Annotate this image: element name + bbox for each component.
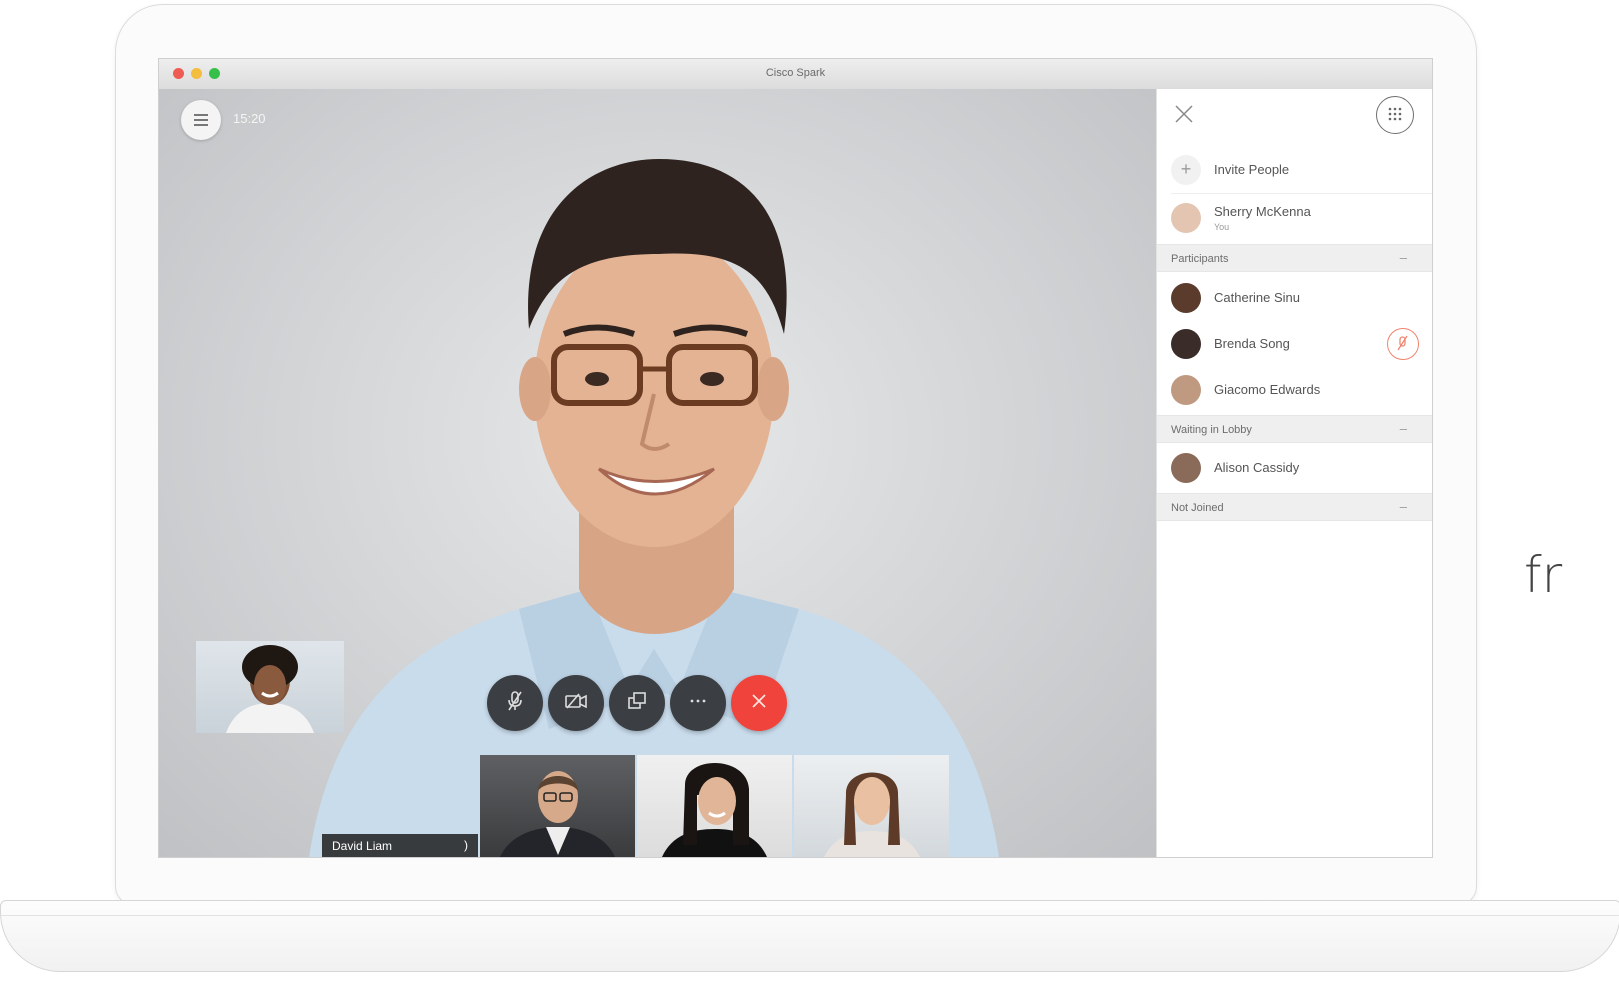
participants-panel: + Invite People Sherry McKenna You Parti… xyxy=(1156,89,1432,857)
thumbnail-3[interactable] xyxy=(794,755,949,857)
section-lobby[interactable]: Waiting in Lobby – xyxy=(1157,415,1432,443)
thumbnail-1[interactable] xyxy=(480,755,635,857)
section-title: Not Joined xyxy=(1171,502,1224,514)
active-speaker-name: David Liam xyxy=(332,839,393,853)
dialpad-button[interactable] xyxy=(1376,96,1414,134)
invite-label: Invite People xyxy=(1214,162,1290,177)
mic-off-icon xyxy=(1397,335,1408,351)
more-button[interactable] xyxy=(670,675,726,731)
active-speaker-tag: David Liam ) xyxy=(322,834,478,857)
participant-row[interactable]: Brenda Song xyxy=(1157,321,1432,367)
section-title: Participants xyxy=(1171,253,1229,265)
avatar xyxy=(1171,329,1201,359)
section-participants[interactable]: Participants – xyxy=(1157,244,1432,272)
participant-row[interactable]: Giacomo Edwards xyxy=(1157,367,1432,413)
share-screen-icon xyxy=(625,689,649,718)
title-bar: Cisco Spark xyxy=(159,59,1432,90)
lobby-name: Alison Cassidy xyxy=(1214,460,1300,475)
section-not-joined[interactable]: Not Joined – xyxy=(1157,493,1432,521)
close-panel-button[interactable] xyxy=(1173,103,1195,125)
menu-button[interactable] xyxy=(181,100,221,140)
app-window: Cisco Spark 15:20 David Liam) + Invite … xyxy=(158,58,1433,858)
dialpad-icon xyxy=(1388,107,1402,121)
laptop-base xyxy=(0,900,1619,972)
more-icon xyxy=(686,689,710,718)
participant-name: Brenda Song xyxy=(1214,336,1290,351)
divider xyxy=(1171,193,1432,194)
close-icon xyxy=(1175,105,1193,123)
avatar xyxy=(1171,453,1201,483)
self-row[interactable]: Sherry McKenna You xyxy=(1157,195,1432,241)
window-title: Cisco Spark xyxy=(765,67,826,79)
thumbnail-2[interactable] xyxy=(637,755,792,857)
collapse-icon[interactable]: – xyxy=(1400,421,1407,436)
muted-indicator xyxy=(1387,328,1419,360)
camera-off-icon xyxy=(563,689,589,718)
promo-text: fr xyxy=(1524,546,1563,604)
self-sub: You xyxy=(1214,222,1230,232)
speaker-volume-icon: ) xyxy=(464,838,468,852)
avatar xyxy=(1171,203,1201,233)
self-name: Sherry McKenna xyxy=(1214,204,1311,219)
invite-people-row[interactable]: + Invite People xyxy=(1157,147,1432,193)
plus-icon: + xyxy=(1171,155,1201,185)
mute-button[interactable] xyxy=(487,675,543,731)
participant-name: Catherine Sinu xyxy=(1214,290,1300,305)
avatar xyxy=(1171,375,1201,405)
end-call-button[interactable] xyxy=(731,675,787,731)
lobby-row[interactable]: Alison Cassidy xyxy=(1157,445,1432,491)
close-icon xyxy=(747,689,771,718)
video-button[interactable] xyxy=(548,675,604,731)
section-title: Waiting in Lobby xyxy=(1171,424,1252,436)
collapse-icon[interactable]: – xyxy=(1400,499,1407,514)
call-clock: 15:20 xyxy=(233,111,266,126)
share-button[interactable] xyxy=(609,675,665,731)
video-stage: 15:20 David Liam) xyxy=(159,89,1156,857)
participant-name: Giacomo Edwards xyxy=(1214,382,1321,397)
active-speaker-video xyxy=(309,159,999,857)
mic-off-icon xyxy=(503,689,527,718)
self-view-video xyxy=(196,641,344,733)
avatar xyxy=(1171,283,1201,313)
collapse-icon[interactable]: – xyxy=(1400,250,1407,265)
participant-row[interactable]: Catherine Sinu xyxy=(1157,275,1432,321)
